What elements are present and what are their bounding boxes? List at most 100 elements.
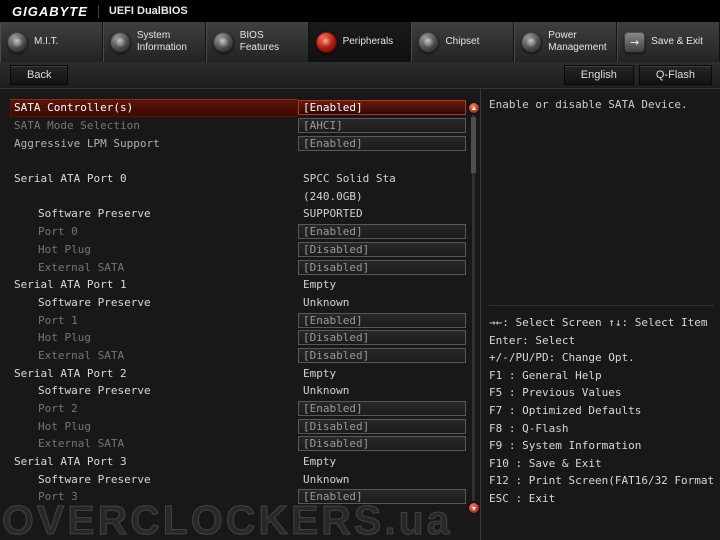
help-text: Enable or disable SATA Device. xyxy=(489,97,714,306)
setting-label: Serial ATA Port 1 xyxy=(10,278,127,291)
setting-value: Unknown xyxy=(298,384,349,397)
setting-value-box[interactable]: [Enabled] xyxy=(298,401,466,416)
setting-value-area: [Enabled] xyxy=(298,488,466,506)
setting-value-area: SPCC Solid Sta xyxy=(298,170,466,188)
setting-value-box[interactable]: [Disabled] xyxy=(298,419,466,434)
setting-row[interactable]: Port 1[Enabled] xyxy=(10,311,466,329)
setting-value-area: Unknown xyxy=(298,382,466,400)
qflash-button[interactable]: Q-Flash xyxy=(639,65,712,85)
setting-label-area: External SATA xyxy=(10,347,298,365)
setting-row[interactable]: Software Preserve Unknown xyxy=(10,294,466,312)
setting-value-area: [Enabled] xyxy=(298,400,466,418)
setting-label-area: External SATA xyxy=(10,435,298,453)
setting-value-area: [Disabled] xyxy=(298,241,466,259)
hotkey-hint: F7 : Optimized Defaults xyxy=(489,402,714,420)
hotkey-hint: F10 : Save & Exit xyxy=(489,455,714,473)
setting-value-box[interactable]: [Disabled] xyxy=(298,436,466,451)
setting-row[interactable]: Software Preserve Unknown xyxy=(10,470,466,488)
setting-value: Unknown xyxy=(298,296,349,309)
setting-row[interactable]: SATA Controller(s)[Enabled] xyxy=(10,99,466,117)
setting-value-area: Unknown xyxy=(298,294,466,312)
tab-system-information[interactable]: System Information xyxy=(103,22,206,62)
setting-row[interactable]: Hot Plug[Disabled] xyxy=(10,417,466,435)
setting-value-box[interactable]: [Disabled] xyxy=(298,348,466,363)
arrow-glyph: → xyxy=(630,37,639,48)
setting-value-box[interactable]: [Disabled] xyxy=(298,330,466,345)
setting-value-area: [Disabled] xyxy=(298,329,466,347)
setting-row[interactable]: Serial ATA Port 2Empty xyxy=(10,364,466,382)
tab-label: System Information xyxy=(137,30,187,54)
setting-label-area: Port 1 xyxy=(10,311,298,329)
scrollbar[interactable] xyxy=(469,103,479,513)
setting-value-box[interactable]: [Disabled] xyxy=(298,260,466,275)
setting-value: Unknown xyxy=(298,473,349,486)
setting-label-area: Software Preserve xyxy=(10,205,298,223)
setting-label: Software Preserve xyxy=(10,473,151,486)
setting-label-area: Software Preserve xyxy=(10,470,298,488)
setting-value-box[interactable]: [Disabled] xyxy=(298,242,466,257)
setting-row[interactable]: Hot Plug[Disabled] xyxy=(10,241,466,259)
setting-label-area: Serial ATA Port 1 xyxy=(10,276,298,294)
setting-value-area: [Enabled] xyxy=(298,223,466,241)
setting-row[interactable]: External SATA[Disabled] xyxy=(10,347,466,365)
setting-row[interactable]: Port 2[Enabled] xyxy=(10,400,466,418)
tab-peripherals[interactable]: Peripherals xyxy=(309,22,412,62)
setting-value-box[interactable]: [Enabled] xyxy=(298,313,466,328)
setting-value-area: [Disabled] xyxy=(298,435,466,453)
setting-row[interactable]: Serial ATA Port 0SPCC Solid Sta xyxy=(10,170,466,188)
hotkey-hint: →←: Select Screen ↑↓: Select Item xyxy=(489,314,714,332)
setting-row[interactable]: Port 0[Enabled] xyxy=(10,223,466,241)
hotkey-hint: ESC : Exit xyxy=(489,490,714,508)
hotkey-hint: F12 : Print Screen(FAT16/32 Format Only) xyxy=(489,472,714,490)
setting-value-box[interactable]: [Enabled] xyxy=(298,489,466,504)
setting-label-area: Hot Plug xyxy=(10,241,298,259)
setting-value: (240.0GB) xyxy=(298,190,363,203)
setting-value-area: Unknown xyxy=(298,470,466,488)
setting-label-area: SATA Controller(s) xyxy=(10,99,298,117)
save-exit-icon: → xyxy=(624,32,645,53)
hotkey-hint: F9 : System Information xyxy=(489,437,714,455)
setting-row[interactable]: SATA Mode Selection[AHCI] xyxy=(10,117,466,135)
setting-row[interactable]: External SATA [Disabled] xyxy=(10,258,466,276)
setting-row[interactable]: Serial ATA Port 1 Empty xyxy=(10,276,466,294)
tab-power-management[interactable]: Power Management xyxy=(514,22,617,62)
back-button[interactable]: Back xyxy=(10,65,68,85)
setting-label-area: Aggressive LPM Support xyxy=(10,134,298,152)
setting-label-area: Software Preserve xyxy=(10,294,298,312)
setting-value-box[interactable]: [Enabled] xyxy=(298,224,466,239)
tab-mit[interactable]: M.I.T. xyxy=(0,22,103,62)
scroll-thumb[interactable] xyxy=(471,117,476,173)
setting-label: External SATA xyxy=(10,261,124,274)
setting-row[interactable]: Port 3 [Enabled] xyxy=(10,488,466,506)
tab-chipset[interactable]: Chipset xyxy=(411,22,514,62)
setting-value-box[interactable]: [Enabled] xyxy=(298,100,466,115)
tab-save-exit[interactable]: →Save & Exit xyxy=(617,22,720,62)
setting-value-area: Empty xyxy=(298,364,466,382)
setting-value: Empty xyxy=(298,278,336,291)
setting-value-box[interactable]: [Enabled] xyxy=(298,136,466,151)
setting-row[interactable]: Software PreserveUnknown xyxy=(10,382,466,400)
setting-label-area: Serial ATA Port 3 xyxy=(10,453,298,471)
setting-label-area: Software Preserve xyxy=(10,382,298,400)
setting-value-area: [AHCI] xyxy=(298,117,466,135)
setting-row[interactable]: Serial ATA Port 3Empty xyxy=(10,453,466,471)
setting-value-area: Empty xyxy=(298,276,466,294)
scroll-down-arrow-icon[interactable] xyxy=(469,503,479,513)
tab-bios-features[interactable]: BIOS Features xyxy=(206,22,309,62)
tab-label: Chipset xyxy=(445,36,479,48)
setting-label: Port 3 xyxy=(10,490,78,503)
setting-value-area: [Disabled] xyxy=(298,417,466,435)
setting-label-area: Port 0 xyxy=(10,223,298,241)
tab-bar: M.I.T. System Information BIOS FeaturesPer… xyxy=(0,22,720,63)
setting-row[interactable]: Software PreserveSUPPORTED xyxy=(10,205,466,223)
setting-row[interactable]: Aggressive LPM Support[Enabled] xyxy=(10,134,466,152)
setting-value-box[interactable]: [AHCI] xyxy=(298,118,466,133)
setting-value: SUPPORTED xyxy=(298,207,363,220)
setting-row[interactable]: External SATA[Disabled] xyxy=(10,435,466,453)
chipset-icon xyxy=(418,32,439,53)
scroll-up-arrow-icon[interactable] xyxy=(469,103,479,113)
language-button[interactable]: English xyxy=(564,65,634,85)
setting-row[interactable]: Hot Plug[Disabled] xyxy=(10,329,466,347)
setting-value-area: [Disabled] xyxy=(298,347,466,365)
setting-label: Software Preserve xyxy=(10,296,151,309)
